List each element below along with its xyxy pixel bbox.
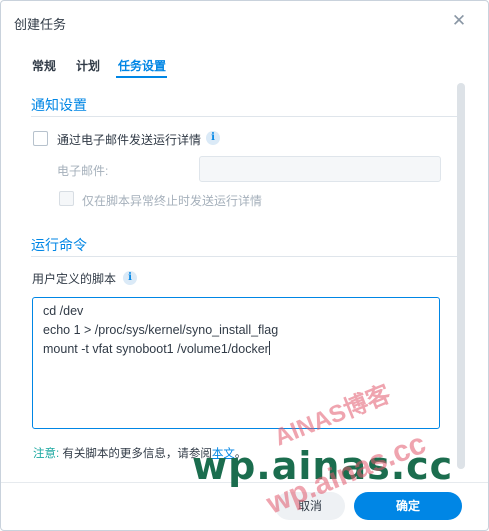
dialog-title: 创建任务 [14,17,67,32]
email-details-label: 通过电子邮件发送运行详情 [57,133,202,147]
abnormal-only-label: 仅在脚本异常终止时发送运行详情 [82,194,263,208]
abnormal-only-checkbox[interactable] [59,191,74,206]
section-divider [31,256,457,257]
notification-section-title: 通知设置 [31,97,87,113]
user-script-label: 用户定义的脚本 [32,272,117,286]
email-field-label: 电子邮件: [57,164,109,178]
tab-schedule[interactable]: 计划 [76,57,100,74]
tab-task-settings[interactable]: 任务设置 [118,57,166,74]
info-icon[interactable]: i [206,131,220,145]
text-caret [268,341,270,355]
script-line-1: cd /dev [43,304,84,318]
tab-general[interactable]: 常规 [32,57,56,74]
ok-button[interactable]: 确定 [354,492,462,520]
note-text: 有关脚本的更多信息，请参阅 [59,448,212,460]
run-command-section-title: 运行命令 [31,237,87,253]
scrollbar-thumb[interactable] [457,83,465,469]
email-details-checkbox[interactable] [33,131,48,146]
active-tab-indicator [116,76,167,78]
section-divider [31,116,457,117]
close-icon[interactable]: ✕ [449,11,469,31]
settings-panel: 通知设置 通过电子邮件发送运行详情 i 电子邮件: 仅在脚本异常终止时发送运行详… [19,81,459,471]
dialog-footer: 取消 确定 [1,482,488,530]
tab-bar: 常规 计划 任务设置 [1,51,471,79]
info-icon[interactable]: i [123,271,137,285]
email-field[interactable] [199,156,441,182]
script-line-3: mount -t vfat synoboot1 /volume1/docker [43,342,269,356]
note-heading: 注意: [33,448,60,460]
script-line-2: echo 1 > /proc/sys/kernel/syno_install_f… [43,323,279,337]
